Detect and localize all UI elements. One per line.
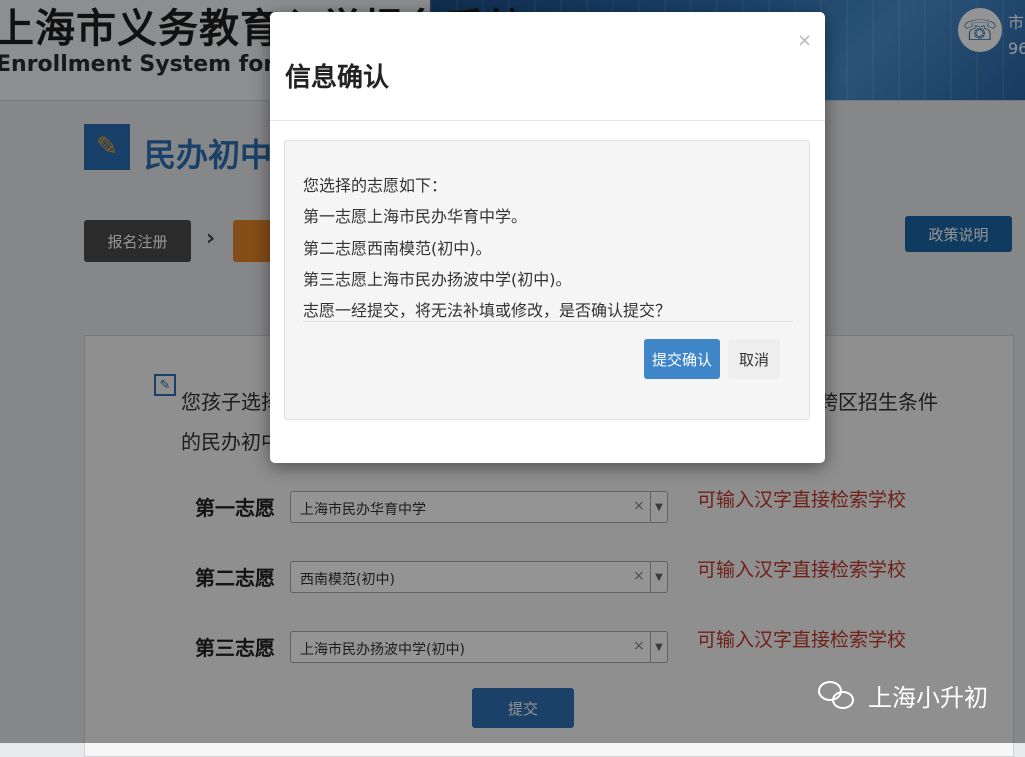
message-choice-3: 第三志愿上海市民办扬波中学(初中)。 [303,270,572,289]
message-intro: 您选择的志愿如下： [303,176,448,195]
close-icon[interactable]: × [797,30,812,51]
watermark-text: 上海小升初 [868,684,988,712]
body-divider [303,321,793,322]
watermark: 上海小升初 [818,678,988,713]
message-choice-1: 第一志愿上海市民办华育中学。 [303,207,528,226]
wechat-icon [818,680,856,711]
message-choice-2: 第二志愿西南模范(初中)。 [303,239,492,258]
dialog-body: 您选择的志愿如下： 第一志愿上海市民办华育中学。 第二志愿西南模范(初中)。 第… [284,140,810,420]
confirm-dialog: 信息确认 × 您选择的志愿如下： 第一志愿上海市民办华育中学。 第二志愿西南模范… [270,12,825,463]
message-warning: 志愿一经提交，将无法补填或修改，是否确认提交？ [303,301,672,320]
dialog-divider [270,120,825,121]
confirm-submit-button[interactable]: 提交确认 [644,339,720,379]
cancel-button[interactable]: 取消 [728,339,780,379]
dialog-title: 信息确认 [285,63,390,93]
